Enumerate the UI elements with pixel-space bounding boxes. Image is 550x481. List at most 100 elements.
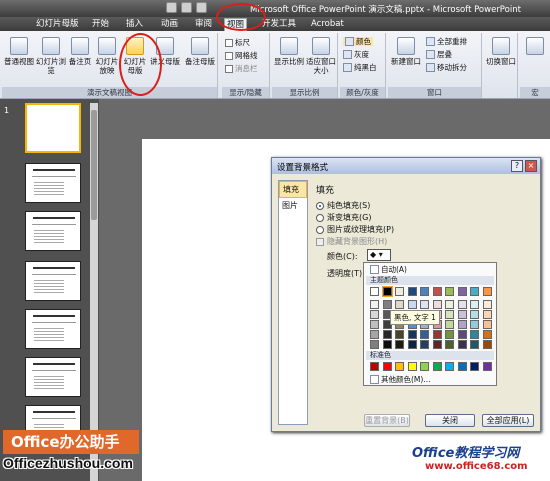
theme-color-swatch[interactable] [370,310,379,319]
tab-animations[interactable]: 动画 [159,18,180,31]
layout-thumbnail-2[interactable] [25,211,81,251]
theme-color-swatch[interactable] [470,330,479,339]
theme-color-swatch[interactable] [395,340,404,349]
theme-color-swatch[interactable] [457,310,467,319]
gridlines-checkbox[interactable]: 网格线 [225,51,258,60]
more-colors-option[interactable]: 其他颜色(M)... [370,375,430,384]
theme-color-swatch[interactable] [457,300,467,309]
theme-color-swatch[interactable] [445,287,454,296]
move-split-button[interactable]: 移动拆分 [426,63,467,72]
tab-developer[interactable]: 开发工具 [260,18,298,31]
theme-color-swatch[interactable] [482,300,492,309]
gradient-fill-option[interactable]: 渐变填充(G) [316,212,371,223]
slide-show-button[interactable]: 幻灯片放映 [94,37,120,75]
standard-color-swatch[interactable] [407,362,417,371]
theme-color-swatch[interactable] [445,310,454,319]
theme-color-swatch[interactable] [407,300,417,309]
new-window-button[interactable]: 新建窗口 [390,37,422,66]
picture-fill-option[interactable]: 图片或纹理填充(P) [316,224,394,235]
standard-color-swatch[interactable] [445,362,454,371]
theme-color-swatch[interactable] [470,287,479,296]
standard-color-swatch[interactable] [382,362,392,371]
layout-thumbnail-4[interactable] [25,309,81,349]
save-icon[interactable] [166,2,177,13]
category-fill[interactable]: 填充 [279,181,307,198]
theme-color-swatch[interactable] [470,340,479,349]
switch-window-button[interactable]: 切换窗口 [486,37,516,66]
arrange-all-button[interactable]: 全部重排 [426,37,467,46]
auto-color-option[interactable]: 自动(A) [370,265,407,274]
theme-color-swatch[interactable] [370,320,379,329]
theme-color-swatch[interactable] [395,287,404,296]
tab-home[interactable]: 开始 [90,18,111,31]
color-mode-button[interactable]: 颜色 [343,37,373,46]
theme-color-swatch[interactable] [370,287,379,296]
theme-color-swatch[interactable] [382,300,392,309]
standard-color-swatch[interactable] [420,362,429,371]
message-bar-checkbox[interactable]: 消息栏 [225,64,258,73]
theme-color-swatch[interactable] [482,310,492,319]
standard-color-swatch[interactable] [432,362,442,371]
thumbnail-scrollbar-thumb[interactable] [91,110,97,220]
close-button[interactable]: 关闭 [425,414,475,427]
apply-all-button[interactable]: 全部应用(L) [482,414,534,427]
theme-color-swatch[interactable] [457,287,467,296]
standard-color-swatch[interactable] [457,362,467,371]
theme-color-swatch[interactable] [482,340,492,349]
layout-thumbnail-1[interactable] [25,163,81,203]
theme-color-swatch[interactable] [432,340,442,349]
tab-insert[interactable]: 插入 [124,18,145,31]
theme-color-swatch[interactable] [407,340,417,349]
theme-color-swatch[interactable] [457,320,467,329]
theme-color-swatch[interactable] [370,340,379,349]
theme-color-swatch[interactable] [420,300,429,309]
undo-icon[interactable] [181,2,192,13]
tab-slide-master[interactable]: 幻灯片母版 [34,18,81,31]
master-thumbnail[interactable] [25,103,81,153]
theme-color-swatch[interactable] [395,330,404,339]
theme-color-swatch[interactable] [470,320,479,329]
theme-color-swatch[interactable] [407,287,417,296]
theme-color-swatch[interactable] [482,320,492,329]
grayscale-button[interactable]: 灰度 [343,50,369,59]
theme-color-swatch[interactable] [432,330,442,339]
category-picture[interactable]: 图片 [279,198,307,213]
ruler-checkbox[interactable]: 标尺 [225,38,250,47]
standard-color-swatch[interactable] [482,362,492,371]
theme-color-swatch[interactable] [445,340,454,349]
slide-sorter-button[interactable]: 幻灯片浏览 [36,37,66,75]
theme-color-swatch[interactable] [382,340,392,349]
notes-page-button[interactable]: 备注页 [66,37,94,66]
solid-fill-option[interactable]: 纯色填充(S) [316,200,370,211]
theme-color-swatch[interactable] [407,330,417,339]
theme-color-swatch[interactable] [445,300,454,309]
theme-color-swatch[interactable] [420,340,429,349]
standard-color-swatch[interactable] [470,362,479,371]
normal-view-button[interactable]: 普通视图 [4,37,34,66]
standard-color-swatch[interactable] [395,362,404,371]
theme-color-swatch[interactable] [370,330,379,339]
close-icon[interactable]: × [525,160,537,172]
notes-master-button[interactable]: 备注母版 [184,37,216,66]
theme-color-swatch[interactable] [457,340,467,349]
color-dropdown[interactable]: ◆ ▾ [367,249,391,261]
reset-background-button[interactable]: 重置背景(B) [364,414,410,427]
theme-color-swatch[interactable] [470,310,479,319]
zoom-button[interactable]: 显示比例 [274,37,304,66]
help-icon[interactable]: ? [511,160,523,172]
theme-color-swatch[interactable] [482,330,492,339]
theme-color-swatch[interactable] [457,330,467,339]
theme-color-swatch[interactable] [381,286,393,297]
theme-color-swatch[interactable] [470,300,479,309]
redo-icon[interactable] [196,2,207,13]
pure-bw-button[interactable]: 纯黑白 [343,63,377,72]
layout-thumbnail-5[interactable] [25,357,81,397]
theme-color-swatch[interactable] [432,287,442,296]
theme-color-swatch[interactable] [395,300,404,309]
tab-acrobat[interactable]: Acrobat [309,18,346,31]
theme-color-swatch[interactable] [482,287,492,296]
theme-color-swatch[interactable] [445,320,454,329]
cascade-button[interactable]: 层叠 [426,50,452,59]
standard-color-swatch[interactable] [370,362,379,371]
theme-color-swatch[interactable] [420,330,429,339]
